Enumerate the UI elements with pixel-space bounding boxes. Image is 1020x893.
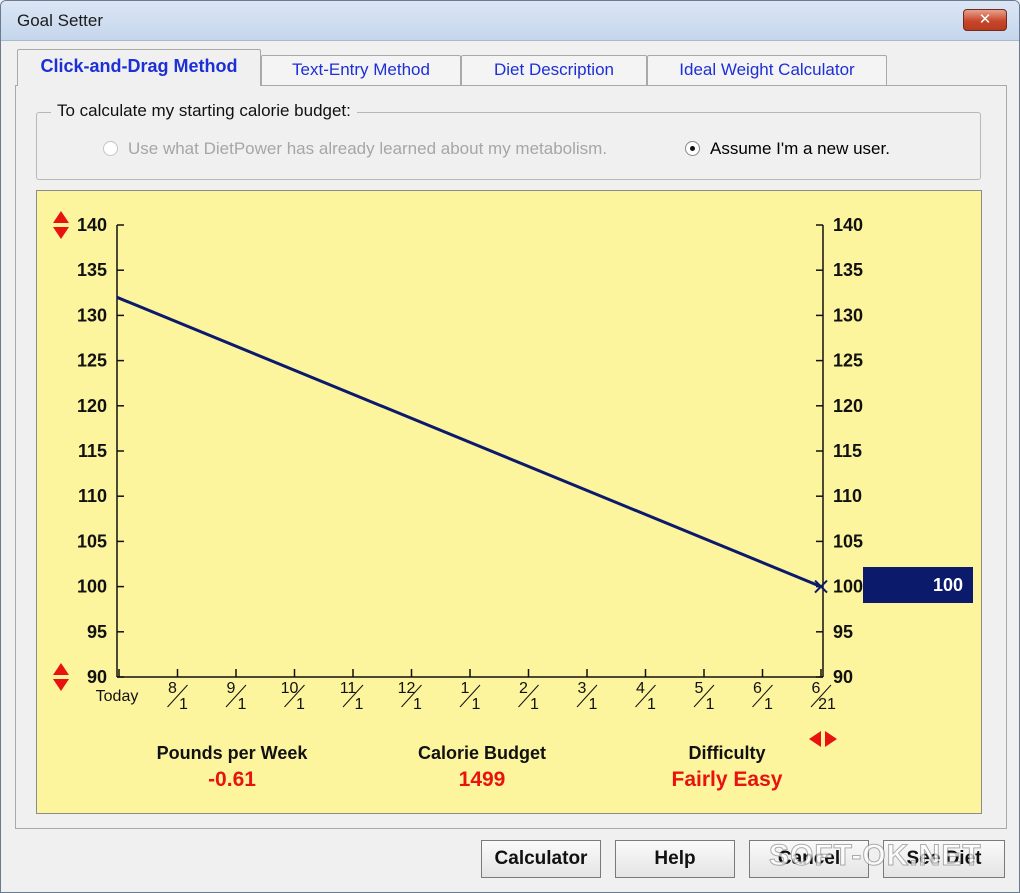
pounds-per-week-stat: Pounds per Week -0.61 (127, 743, 337, 792)
x-tick-label-month: 9 (227, 680, 236, 697)
y-tick-label-right: 90 (833, 667, 853, 687)
tab-strip: Click-and-Drag Method Text-Entry Method … (15, 49, 1005, 86)
top-scale-handle-up-icon (53, 211, 69, 223)
y-tick-label-left: 125 (77, 351, 107, 371)
x-tick-label-day: 1 (179, 696, 188, 713)
x-tick-label-day: 1 (355, 696, 364, 713)
y-tick-label-right: 100 (833, 577, 863, 597)
radio-button-selected-icon[interactable] (685, 141, 700, 156)
calorie-budget-groupbox: To calculate my starting calorie budget:… (36, 101, 981, 180)
y-tick-label-right: 135 (833, 260, 863, 280)
y-tick-label-left: 115 (78, 441, 107, 461)
y-tick-label-left: 90 (87, 667, 107, 687)
tab-ideal-weight-calculator[interactable]: Ideal Weight Calculator (647, 55, 887, 85)
x-tick-label-month: 8 (168, 680, 177, 697)
y-tick-label-right: 140 (833, 215, 863, 235)
calorie-budget-label: Calorie Budget (417, 743, 546, 763)
radio-button-icon (103, 141, 118, 156)
y-tick-label-right: 110 (833, 486, 862, 506)
tab-text-entry[interactable]: Text-Entry Method (261, 55, 461, 85)
radio-learned-metabolism: Use what DietPower has already learned a… (103, 139, 607, 159)
y-tick-label-right: 120 (833, 396, 863, 416)
y-tick-label-left: 135 (77, 260, 107, 280)
y-tick-label-left: 105 (77, 531, 107, 551)
x-tick-label-month: 2 (519, 680, 528, 697)
x-tick-label-day: 1 (647, 696, 656, 713)
y-tick-label-right: 105 (833, 531, 863, 551)
title-bar: Goal Setter ✕ (1, 1, 1019, 41)
difficulty-label: Difficulty (688, 743, 766, 763)
date-handle-right-icon (825, 731, 837, 747)
x-tick-label-month: 1 (461, 680, 470, 697)
y-tick-label-right: 115 (833, 441, 862, 461)
pounds-per-week-value: -0.61 (208, 768, 256, 791)
chart-canvas[interactable]: 140 140135 135130 130125 125120 120115 115110 1… (37, 191, 983, 815)
x-tick-label-day: 1 (764, 696, 773, 713)
x-tick-label-day: 1 (238, 696, 247, 713)
goal-weight-readout: 100 (863, 567, 973, 603)
difficulty-stat: Difficulty Fairly Easy (637, 743, 817, 792)
groupbox-legend: To calculate my starting calorie budget: (51, 101, 357, 121)
x-tick-label-day: 1 (530, 696, 539, 713)
x-tick-label-month: 3 (578, 680, 587, 697)
tab-click-and-drag[interactable]: Click-and-Drag Method (17, 49, 261, 86)
goal-setter-window: Goal Setter ✕ Click-and-Drag Method Text… (0, 0, 1020, 893)
y-tick-label-left: 110 (78, 486, 107, 506)
x-tick-label-day: 1 (413, 696, 422, 713)
x-tick-label-month: 6 (753, 680, 762, 697)
x-tick-label-month: 5 (695, 680, 704, 697)
y-tick-label-right: 130 (833, 305, 863, 325)
bottom-scale-handle-up-icon (53, 663, 69, 675)
y-tick-label-left: 100 (77, 577, 107, 597)
tab-diet-description[interactable]: Diet Description (461, 55, 647, 85)
y-tick-label-right: 95 (833, 622, 853, 642)
x-tick-label-month: 4 (636, 680, 645, 697)
tab-panel: To calculate my starting calorie budget:… (15, 85, 1007, 829)
calorie-budget-stat: Calorie Budget 1499 (382, 743, 582, 792)
radio-learned-label: Use what DietPower has already learned a… (128, 139, 608, 158)
radio-new-user[interactable]: Assume I'm a new user. (685, 139, 890, 159)
y-tick-label-left: 120 (77, 396, 107, 416)
weight-goal-chart[interactable]: 140 140 135 135 130 130 125 125 120 120 115 115 110 1… (36, 190, 982, 814)
bottom-scale-handle-down-icon (53, 679, 69, 691)
x-tick-label-day: 21 (818, 696, 836, 713)
x-tick-label-day: 1 (589, 696, 598, 713)
weight-goal-line (116, 295, 822, 588)
window-title: Goal Setter (17, 11, 103, 30)
watermark: SOFT-OK.NET (769, 839, 982, 873)
y-tick-label-left: 140 (77, 215, 107, 235)
close-icon[interactable]: ✕ (963, 9, 1007, 31)
x-tick-label-month: 6 (812, 680, 821, 697)
x-tick-label-today: Today (96, 688, 139, 705)
x-tick-label-day: 1 (706, 696, 715, 713)
help-button[interactable]: Help (615, 840, 735, 878)
radio-new-user-label: Assume I'm a new user. (710, 139, 890, 158)
calorie-budget-value: 1499 (458, 768, 506, 791)
y-tick-label-right: 125 (833, 351, 863, 371)
pounds-per-week-label: Pounds per Week (156, 743, 308, 763)
difficulty-value: Fairly Easy (671, 768, 783, 791)
y-tick-label-left: 130 (77, 305, 107, 325)
x-tick-label-day: 1 (296, 696, 305, 713)
x-tick-label-day: 1 (472, 696, 481, 713)
top-scale-handle-down-icon (53, 227, 69, 239)
y-tick-label-left: 95 (87, 622, 107, 642)
calculator-button[interactable]: Calculator (481, 840, 601, 878)
